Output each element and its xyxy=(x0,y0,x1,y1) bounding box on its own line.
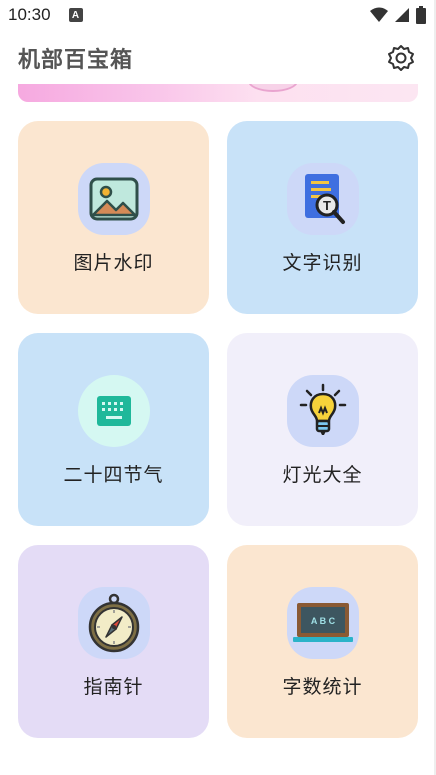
lightbulb-icon xyxy=(299,383,346,435)
icon-container xyxy=(77,375,150,447)
icon-container xyxy=(77,163,150,235)
chalkboard-icon: A B C xyxy=(292,603,353,642)
icon-container: A B C xyxy=(286,587,359,659)
tool-card-compass[interactable]: 指南针 xyxy=(18,545,209,738)
tool-label: 字数统计 xyxy=(282,676,363,698)
tool-card-text-recognition[interactable]: T 文字识别 xyxy=(227,121,418,314)
chalkboard-text: A B C xyxy=(310,616,335,626)
document-search-icon: T xyxy=(304,174,345,224)
compass-icon xyxy=(88,593,139,653)
wifi-icon xyxy=(370,7,388,22)
icon-container: T xyxy=(286,163,359,235)
svg-text:T: T xyxy=(323,198,331,213)
tool-label: 图片水印 xyxy=(73,252,154,274)
app-bar: 机部百宝箱 xyxy=(0,30,436,86)
status-indicators xyxy=(370,6,426,24)
icon-container xyxy=(286,375,359,447)
tool-label: 灯光大全 xyxy=(282,464,363,486)
settings-button[interactable] xyxy=(386,43,416,73)
image-icon xyxy=(89,177,138,221)
banner-decoration xyxy=(248,84,298,92)
status-time: 10:30 xyxy=(8,5,51,24)
icon-container xyxy=(77,587,150,659)
tool-card-solar-terms[interactable]: 二十四节气 xyxy=(18,333,209,526)
app-title: 机部百宝箱 xyxy=(18,48,134,73)
tool-grid: 图片水印 T 文字识别 二十四节气 灯光大全 指南针 A B C 字数统计 xyxy=(18,121,418,738)
banner-image[interactable] xyxy=(18,84,418,102)
tool-card-lighting[interactable]: 灯光大全 xyxy=(227,333,418,526)
signal-icon xyxy=(395,8,409,22)
battery-icon xyxy=(416,6,426,24)
status-bar: 10:30 A xyxy=(0,0,436,30)
notification-badge: A xyxy=(68,8,83,22)
tool-card-word-count[interactable]: A B C 字数统计 xyxy=(227,545,418,738)
tool-label: 指南针 xyxy=(83,676,144,698)
keyboard-icon xyxy=(96,396,131,426)
tool-label: 二十四节气 xyxy=(63,464,164,486)
gear-icon xyxy=(388,45,414,71)
tool-card-image-watermark[interactable]: 图片水印 xyxy=(18,121,209,314)
tool-label: 文字识别 xyxy=(282,252,363,274)
